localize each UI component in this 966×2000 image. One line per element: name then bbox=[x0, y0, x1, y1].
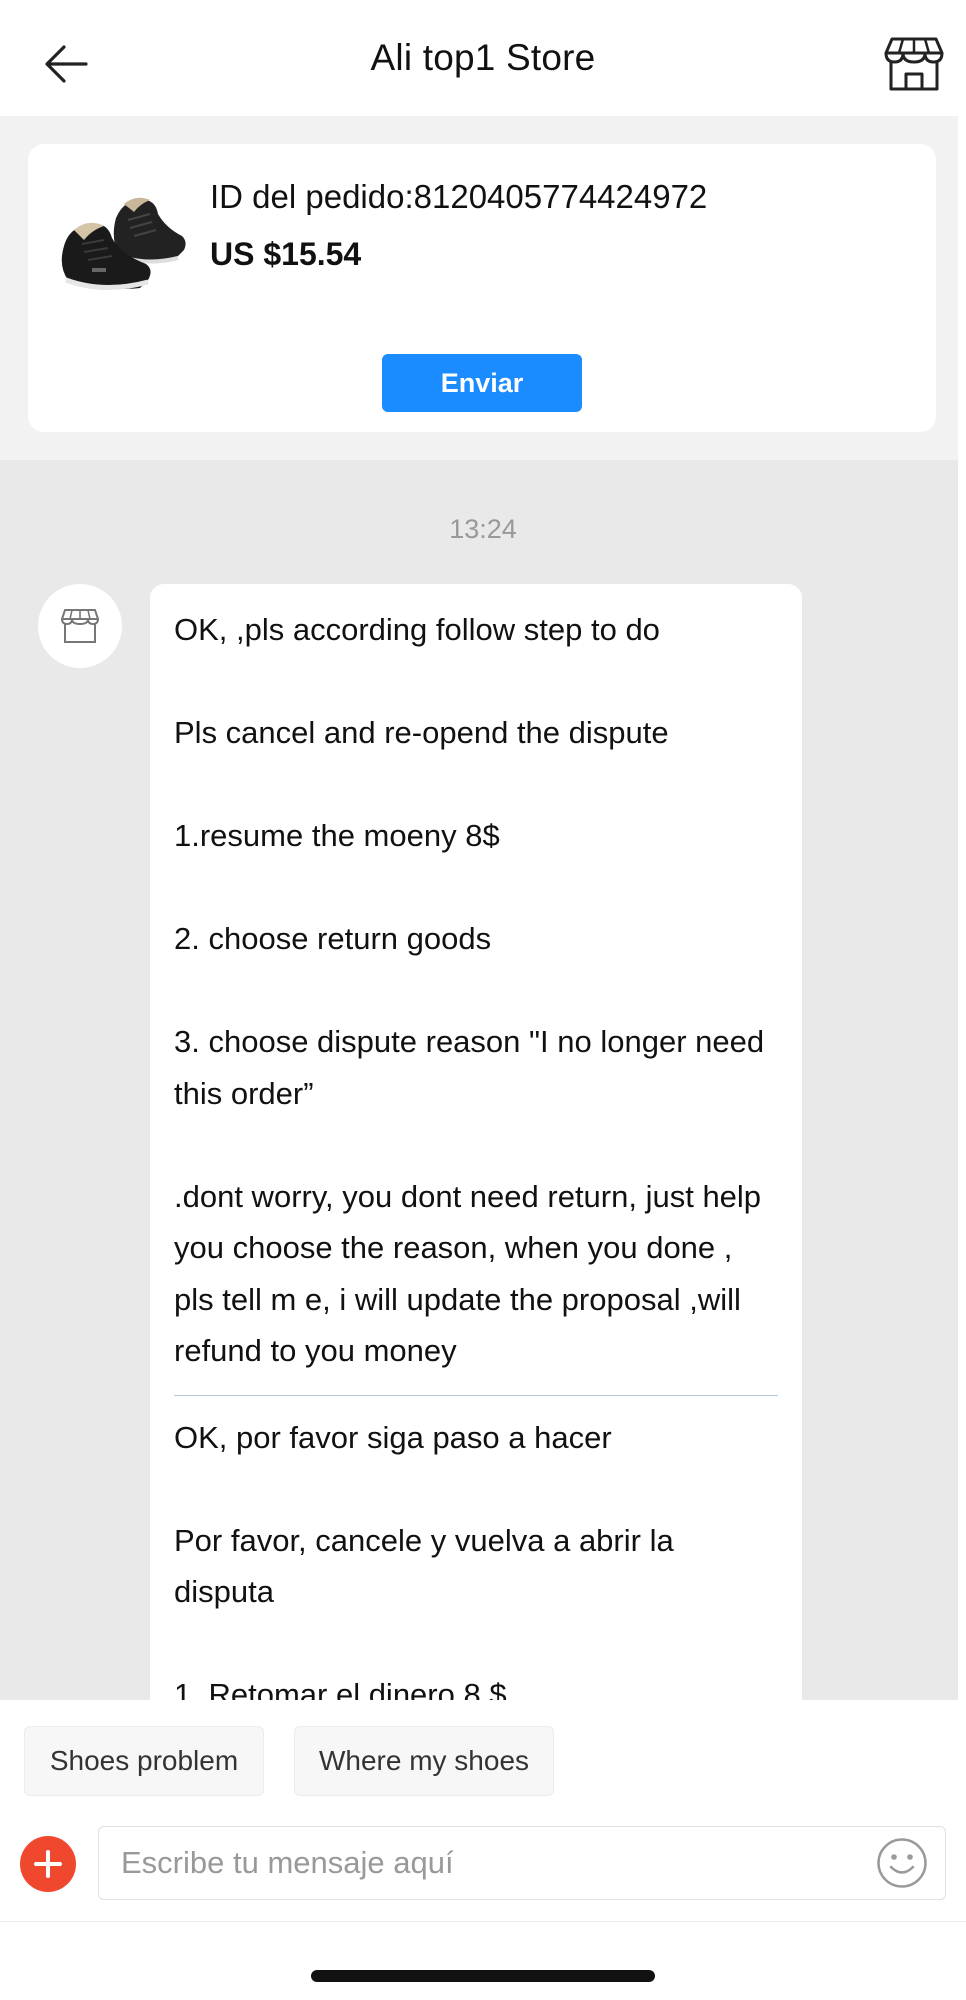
order-price: US $15.54 bbox=[210, 236, 362, 272]
message-text-spanish: OK, por favor siga paso a hacer Por favo… bbox=[174, 1419, 674, 1701]
smiley-icon bbox=[877, 1838, 927, 1888]
order-summary-band: ID del pedido:8120405774424972 US $15.54… bbox=[0, 116, 958, 460]
store-avatar-icon bbox=[61, 609, 99, 643]
order-card[interactable]: ID del pedido:8120405774424972 US $15.54… bbox=[28, 144, 936, 432]
chat-screen: Ali top1 Store ID del pedido:81204057744… bbox=[0, 0, 966, 2000]
message-composer bbox=[0, 1820, 966, 1922]
bottom-safe-area bbox=[0, 1922, 966, 2000]
home-indicator[interactable] bbox=[311, 1970, 655, 1982]
emoji-button[interactable] bbox=[876, 1837, 928, 1889]
chat-content[interactable]: ID del pedido:8120405774424972 US $15.54… bbox=[0, 116, 966, 1700]
product-thumbnail bbox=[61, 197, 186, 290]
message-input[interactable] bbox=[98, 1826, 946, 1900]
quick-reply-shoes-problem[interactable]: Shoes problem bbox=[24, 1726, 264, 1796]
arrow-left-icon bbox=[45, 45, 88, 83]
scroll-edge bbox=[958, 116, 966, 1700]
quick-reply-where-my-shoes[interactable]: Where my shoes bbox=[294, 1726, 554, 1796]
message-timestamp: 13:24 bbox=[449, 514, 517, 544]
store-button[interactable] bbox=[884, 36, 944, 92]
storefront-icon bbox=[884, 37, 944, 91]
seller-message-bubble[interactable]: OK, ,pls according follow step to do Pls… bbox=[150, 584, 802, 1700]
translation-divider bbox=[174, 1394, 778, 1396]
quick-replies-bar: Shoes problem Where my shoes bbox=[0, 1700, 966, 1820]
message-text-english: OK, ,pls according follow step to do Pls… bbox=[174, 612, 765, 1368]
back-button[interactable] bbox=[40, 38, 92, 90]
top-bar: Ali top1 Store bbox=[0, 0, 966, 116]
page-title: Ali top1 Store bbox=[370, 37, 596, 78]
order-id: ID del pedido:8120405774424972 bbox=[210, 178, 708, 215]
seller-avatar[interactable] bbox=[38, 584, 122, 668]
send-order-button[interactable]: Enviar bbox=[382, 354, 582, 412]
plus-icon[interactable] bbox=[20, 1836, 76, 1892]
